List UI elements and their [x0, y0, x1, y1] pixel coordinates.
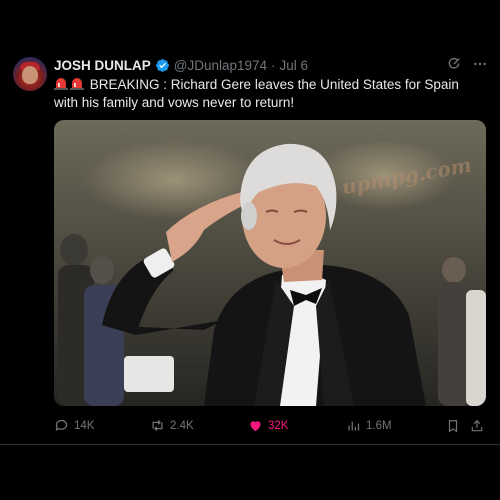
author-name[interactable]: JOSH DUNLAP — [54, 58, 151, 73]
more-icon[interactable] — [472, 56, 488, 72]
views-button[interactable]: 1.6M — [346, 418, 392, 433]
views-icon — [348, 421, 360, 431]
heart-icon — [250, 421, 261, 432]
face-shape — [22, 66, 38, 84]
author-handle[interactable]: @JDunlap1974 — [174, 58, 267, 73]
reply-button[interactable]: 14K — [54, 418, 94, 433]
grok-icon[interactable] — [446, 56, 462, 72]
siren-icon — [54, 78, 68, 90]
like-count: 32K — [268, 419, 289, 432]
tweet-date[interactable]: Jul 6 — [280, 58, 309, 73]
tweet[interactable]: JOSH DUNLAP @JDunlap1974 · Jul 6 BREAKIN… — [0, 44, 500, 445]
bookmark-icon[interactable] — [446, 419, 460, 433]
retweet-icon — [152, 420, 163, 431]
tweet-text-container: BREAKING : Richard Gere leaves the Unite… — [54, 76, 486, 112]
retweet-count: 2.4K — [170, 419, 194, 432]
retweet-button[interactable]: 2.4K — [150, 418, 194, 433]
siren-icon — [70, 78, 84, 90]
tweet-media-photo[interactable]: upmpg.com — [54, 120, 486, 406]
like-button[interactable]: 32K — [248, 418, 288, 433]
header-actions — [446, 56, 488, 72]
tweet-header: JOSH DUNLAP @JDunlap1974 · Jul 6 — [54, 56, 308, 74]
tweet-actions: 14K 2.4K 32K 1.6M — [54, 416, 486, 436]
separator-dot: · — [271, 57, 276, 73]
view-count: 1.6M — [366, 419, 392, 432]
share-icon[interactable] — [470, 419, 484, 433]
verified-badge-icon — [155, 58, 169, 72]
reply-count: 14K — [74, 419, 95, 432]
tweet-text: BREAKING : Richard Gere leaves the Unite… — [54, 77, 459, 110]
reply-icon — [55, 419, 68, 432]
avatar[interactable] — [13, 57, 47, 91]
